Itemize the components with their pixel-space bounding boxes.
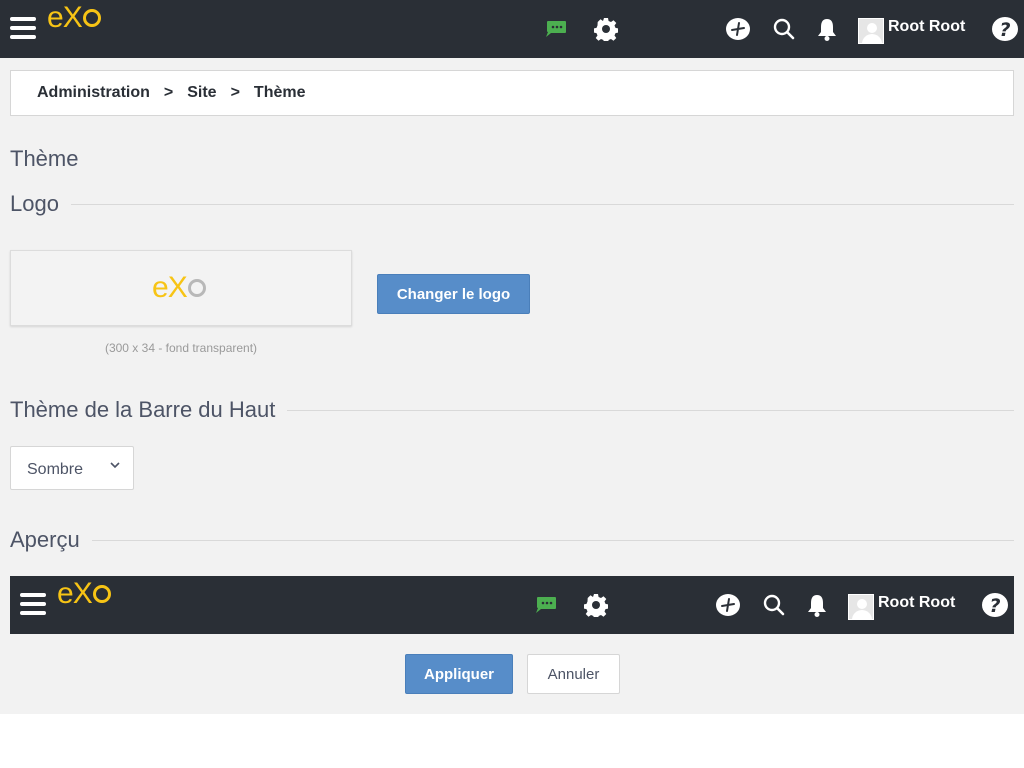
- section-divider: [91, 539, 1014, 541]
- help-icon[interactable]: ?: [991, 16, 1019, 42]
- avatar: [858, 18, 884, 44]
- gear-icon: [584, 594, 608, 617]
- logo-section-header: Logo: [10, 191, 1014, 217]
- breadcrumb: Administration > Site > Thème: [10, 70, 1014, 116]
- topbar-theme-selected-value: Sombre: [27, 461, 84, 478]
- breadcrumb-item-theme: Thème: [253, 84, 306, 101]
- svg-text:?: ?: [999, 19, 1010, 41]
- logo-e: e: [47, 1, 64, 34]
- preview-section-header: Aperçu: [10, 527, 1014, 553]
- chevron-down-icon: [110, 462, 120, 469]
- section-divider: [287, 409, 1014, 411]
- logo-x: X: [62, 1, 83, 34]
- exo-logo: eX: [57, 579, 111, 609]
- chat-icon[interactable]: [545, 20, 567, 38]
- hamburger-menu-icon: [20, 593, 46, 615]
- bell-icon[interactable]: [816, 16, 838, 42]
- hamburger-menu-icon[interactable]: [10, 17, 36, 39]
- add-icon: [716, 594, 740, 616]
- breadcrumb-separator: >: [230, 84, 240, 101]
- breadcrumb-separator: >: [163, 84, 174, 101]
- apply-button[interactable]: Appliquer: [405, 654, 513, 694]
- logo-o: [187, 279, 206, 297]
- cancel-button[interactable]: Annuler: [527, 654, 620, 694]
- user-name: Root Root: [888, 18, 966, 35]
- avatar: [848, 594, 874, 620]
- add-icon[interactable]: [725, 17, 751, 41]
- gear-icon[interactable]: [594, 17, 618, 41]
- logo-o: [82, 9, 101, 27]
- logo-x: X: [167, 271, 188, 304]
- preview-section-title: Aperçu: [10, 527, 80, 552]
- logo-e: e: [57, 577, 74, 610]
- exo-logo[interactable]: eX: [47, 3, 101, 33]
- topbar-theme-select[interactable]: Sombre: [10, 446, 134, 490]
- topbar-theme-section-header: Thème de la Barre du Haut: [10, 397, 1014, 423]
- breadcrumb-item-administration[interactable]: Administration: [37, 84, 150, 102]
- user-name: Root Root: [878, 594, 956, 611]
- top-navigation-bar: eX Root Root ?: [0, 0, 1024, 58]
- breadcrumb-item-site[interactable]: Site: [187, 84, 216, 102]
- logo-size-hint: (300 x 34 - fond transparent): [104, 341, 258, 355]
- change-logo-button[interactable]: Changer le logo: [377, 274, 530, 314]
- section-divider: [70, 203, 1014, 205]
- topbar-theme-section-title: Thème de la Barre du Haut: [10, 397, 276, 422]
- page-title: Thème: [10, 146, 79, 171]
- logo-preview-box: eX: [10, 250, 352, 326]
- help-icon: ?: [982, 593, 1008, 617]
- user-menu[interactable]: Root Root: [858, 18, 965, 44]
- logo-e: e: [152, 271, 169, 304]
- bell-icon: [808, 595, 826, 617]
- logo-x: X: [72, 577, 93, 610]
- page: eX Root Root ? Administration > Site > T…: [0, 0, 1024, 714]
- exo-logo-preview: eX: [152, 273, 206, 303]
- search-icon: [763, 594, 785, 616]
- search-icon[interactable]: [773, 18, 795, 40]
- svg-text:?: ?: [989, 595, 1000, 617]
- user-menu-preview: Root Root: [848, 594, 955, 620]
- logo-o: [92, 585, 111, 603]
- topbar-preview: eX Root Root ?: [10, 576, 1014, 634]
- logo-section-title: Logo: [10, 191, 59, 216]
- chat-icon: [536, 597, 556, 613]
